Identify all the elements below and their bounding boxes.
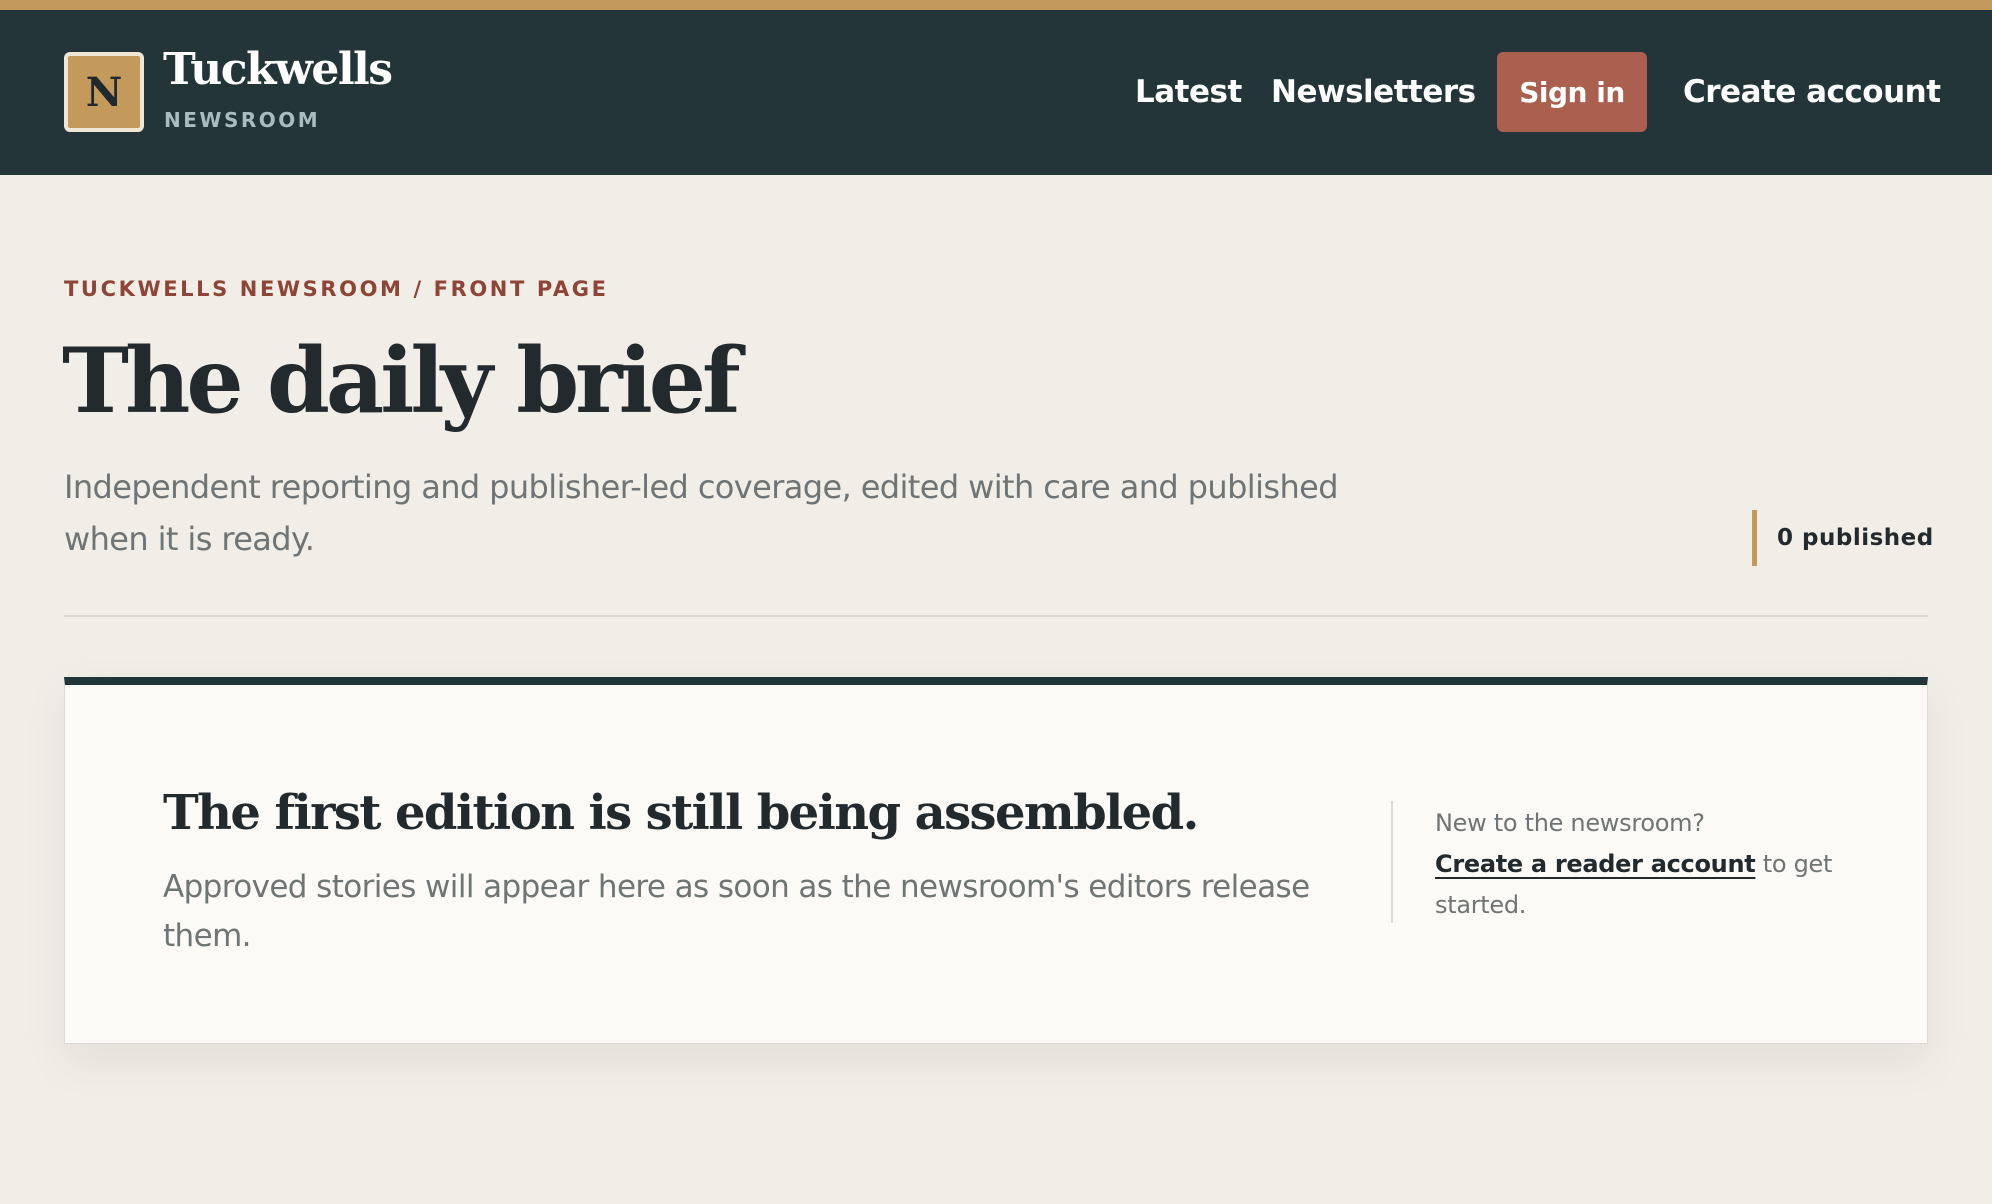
nav-newsletters-link[interactable]: Newsletters	[1271, 52, 1476, 132]
published-count-badge: 0 published	[1752, 510, 1934, 566]
signup-prompt: New to the newsroom? Create a reader acc…	[1435, 803, 1855, 926]
create-account-link[interactable]: Create account	[1683, 52, 1941, 132]
page-subtitle: Independent reporting and publisher-led …	[64, 468, 1339, 558]
nav-latest-link[interactable]: Latest	[1135, 52, 1242, 132]
card-vertical-divider	[1391, 801, 1393, 923]
logo-mark[interactable]: N	[64, 52, 144, 132]
empty-state-card: The first edition is still being assembl…	[64, 677, 1928, 1044]
signup-question: New to the newsroom?	[1435, 809, 1705, 837]
empty-state-heading: The first edition is still being assembl…	[163, 785, 1199, 841]
site-header: N Tuckwells NEWSROOM Latest Newsletters …	[0, 10, 1992, 175]
section-divider	[64, 615, 1928, 617]
sign-in-button[interactable]: Sign in	[1497, 52, 1647, 132]
top-accent-stripe	[0, 0, 1992, 10]
empty-state-body: Approved stories will appear here as soo…	[163, 869, 1310, 954]
newspaper-monogram-icon: N	[85, 68, 123, 116]
create-reader-account-link[interactable]: Create a reader account	[1435, 850, 1756, 878]
brand-name[interactable]: Tuckwells	[163, 48, 393, 92]
brand-subtitle: NEWSROOM	[164, 108, 321, 132]
page-title: The daily brief	[62, 328, 741, 434]
breadcrumb: TUCKWELLS NEWSROOM / FRONT PAGE	[64, 277, 609, 301]
